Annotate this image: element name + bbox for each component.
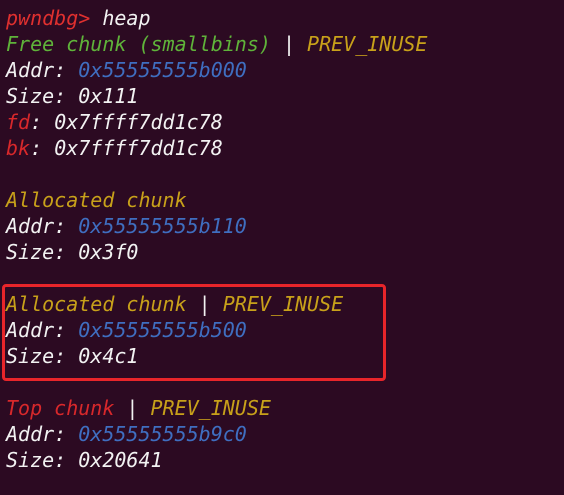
chunk-header-allocated-inuse: Allocated chunk | PREV_INUSE — [6, 291, 564, 317]
chunk-title: Allocated chunk — [6, 188, 187, 212]
bk-label: bk — [6, 136, 31, 160]
size-label: Size: — [6, 84, 67, 108]
addr-label: Addr: — [6, 214, 67, 238]
flag-separator: | — [282, 32, 295, 56]
addr-label: Addr: — [6, 318, 67, 342]
chunk-size-line: Size: 0x4c1 — [6, 343, 564, 369]
bk-colon: : — [30, 136, 43, 160]
chunk-title: Top chunk — [6, 396, 115, 420]
bk-value: 0x7ffff7dd1c78 — [54, 136, 223, 160]
flag-separator: | — [126, 396, 139, 420]
prompt-line: pwndbg> heap — [6, 5, 564, 31]
size-value: 0x111 — [78, 84, 139, 108]
chunk-addr-line: Addr: 0x55555555b000 — [6, 57, 564, 83]
addr-value: 0x55555555b000 — [78, 58, 247, 82]
fd-colon: : — [30, 110, 43, 134]
size-label: Size: — [6, 240, 67, 264]
command-text: heap — [102, 6, 151, 30]
terminal-window[interactable]: pwndbg> heap Free chunk (smallbins) | PR… — [0, 0, 564, 495]
pwndbg-prompt: pwndbg> — [6, 6, 91, 30]
size-value: 0x20641 — [78, 448, 163, 472]
chunk-size-line: Size: 0x20641 — [6, 447, 564, 473]
addr-label: Addr: — [6, 422, 67, 446]
size-label: Size: — [6, 344, 67, 368]
fd-label: fd — [6, 110, 31, 134]
chunk-size-line: Size: 0x111 — [6, 83, 564, 109]
size-label: Size: — [6, 448, 67, 472]
chunk-addr-line: Addr: 0x55555555b500 — [6, 317, 564, 343]
addr-value: 0x55555555b9c0 — [78, 422, 247, 446]
chunk-header-free: Free chunk (smallbins) | PREV_INUSE — [6, 31, 564, 57]
addr-label: Addr: — [6, 58, 67, 82]
flag-separator: | — [198, 292, 211, 316]
addr-value: 0x55555555b110 — [78, 214, 247, 238]
fd-value: 0x7ffff7dd1c78 — [54, 110, 223, 134]
addr-value: 0x55555555b500 — [78, 318, 247, 342]
chunk-flag: PREV_INUSE — [307, 32, 428, 56]
chunk-addr-line: Addr: 0x55555555b9c0 — [6, 421, 564, 447]
chunk-flag: PREV_INUSE — [150, 396, 271, 420]
size-value: 0x3f0 — [78, 240, 139, 264]
chunk-bk-line: bk: 0x7ffff7dd1c78 — [6, 135, 564, 161]
chunk-title: Allocated chunk — [6, 292, 187, 316]
chunk-flag: PREV_INUSE — [222, 292, 344, 316]
chunk-title: Free chunk (smallbins) — [6, 32, 271, 56]
chunk-header-top: Top chunk | PREV_INUSE — [6, 395, 564, 421]
size-value: 0x4c1 — [78, 344, 139, 368]
chunk-header-allocated: Allocated chunk — [6, 187, 564, 213]
chunk-size-line: Size: 0x3f0 — [6, 239, 564, 265]
chunk-fd-line: fd: 0x7ffff7dd1c78 — [6, 109, 564, 135]
chunk-addr-line: Addr: 0x55555555b110 — [6, 213, 564, 239]
